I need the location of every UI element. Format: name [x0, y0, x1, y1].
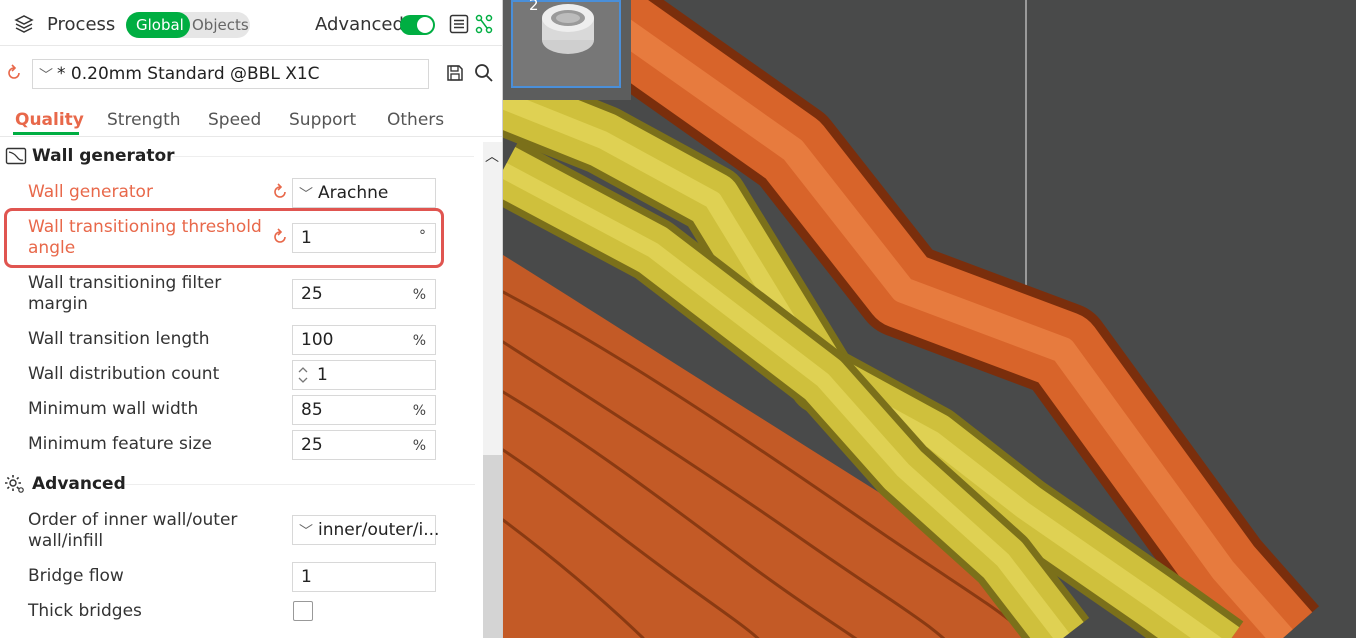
- plate-thumbnail[interactable]: 2: [511, 0, 621, 88]
- minimum-feature-size-input[interactable]: 25 %: [292, 430, 436, 460]
- stepper-arrows-icon[interactable]: [296, 363, 310, 391]
- advanced-label: Advanced: [315, 14, 404, 35]
- tabs-divider: [0, 136, 502, 137]
- model-thumbnail-icon: [542, 4, 594, 54]
- label-minimum-feature-size: Minimum feature size: [28, 434, 212, 454]
- section-title-wall-generator: Wall generator: [32, 146, 175, 166]
- reset-icon[interactable]: [5, 64, 23, 86]
- section-title-advanced: Advanced: [32, 474, 126, 494]
- tab-speed[interactable]: Speed: [208, 110, 261, 130]
- toggle-objects[interactable]: Objects: [192, 16, 249, 34]
- reset-icon[interactable]: [271, 228, 289, 250]
- active-tab-underline: [13, 132, 79, 135]
- label-wall-generator: Wall generator: [28, 182, 153, 202]
- section-rule: [172, 156, 474, 157]
- wall-generator-select[interactable]: ﹀ Arachne: [292, 178, 436, 208]
- label-bridge-flow: Bridge flow: [28, 566, 124, 586]
- layers-icon: [13, 14, 35, 38]
- header-divider: [0, 45, 502, 46]
- wall-generator-section-icon: [5, 147, 27, 169]
- process-panel: Process Global Objects Advanced ﹀ * 0.20…: [0, 0, 502, 638]
- tab-quality[interactable]: Quality: [15, 110, 84, 130]
- distribution-count-stepper[interactable]: 1: [292, 360, 436, 390]
- label-wall-infill-order: Order of inner wall/outer wall/infill: [28, 510, 238, 551]
- label-thick-bridges: Thick bridges: [28, 601, 142, 621]
- tab-others[interactable]: Others: [387, 110, 444, 130]
- tab-strength[interactable]: Strength: [107, 110, 181, 130]
- 3d-viewport[interactable]: 2: [503, 0, 1356, 638]
- label-minimum-wall-width: Minimum wall width: [28, 399, 199, 419]
- compare-icon[interactable]: [475, 14, 493, 38]
- label-wall-transition-length: Wall transition length: [28, 329, 210, 349]
- threshold-angle-input[interactable]: 1 °: [292, 223, 436, 253]
- advanced-switch[interactable]: [400, 15, 435, 35]
- reset-icon[interactable]: [271, 183, 289, 205]
- chevron-down-icon: ﹀: [299, 187, 313, 203]
- filter-margin-input[interactable]: 25 %: [292, 279, 436, 309]
- label-wall-distribution-count: Wall distribution count: [28, 364, 220, 384]
- save-icon[interactable]: [446, 64, 464, 86]
- panel-title: Process: [47, 14, 116, 35]
- label-wall-transitioning-filter-margin: Wall transitioning filter margin: [28, 273, 222, 314]
- scroll-up-icon[interactable]: ︿: [485, 146, 499, 166]
- transition-length-input[interactable]: 100 %: [292, 325, 436, 355]
- toggle-global[interactable]: Global: [126, 12, 190, 38]
- bridge-flow-input[interactable]: 1: [292, 562, 436, 592]
- list-view-icon[interactable]: [449, 14, 469, 38]
- chevron-down-icon: ﹀: [299, 524, 313, 540]
- tab-support[interactable]: Support: [289, 110, 356, 130]
- section-rule: [125, 484, 475, 485]
- global-objects-toggle[interactable]: Global Objects: [126, 12, 250, 38]
- wall-infill-order-select[interactable]: ﹀ inner/outer/i...: [292, 515, 439, 545]
- scrollbar-thumb[interactable]: [483, 455, 502, 638]
- label-wall-transitioning-threshold-angle: Wall transitioning threshold angle: [28, 217, 262, 258]
- chevron-down-icon: ﹀: [39, 68, 53, 84]
- search-icon[interactable]: [474, 63, 494, 87]
- thick-bridges-checkbox[interactable]: [293, 601, 313, 621]
- preset-select[interactable]: ﹀ * 0.20mm Standard @BBL X1C: [32, 59, 429, 89]
- gear-icon: [4, 473, 26, 499]
- minimum-wall-width-input[interactable]: 85 %: [292, 395, 436, 425]
